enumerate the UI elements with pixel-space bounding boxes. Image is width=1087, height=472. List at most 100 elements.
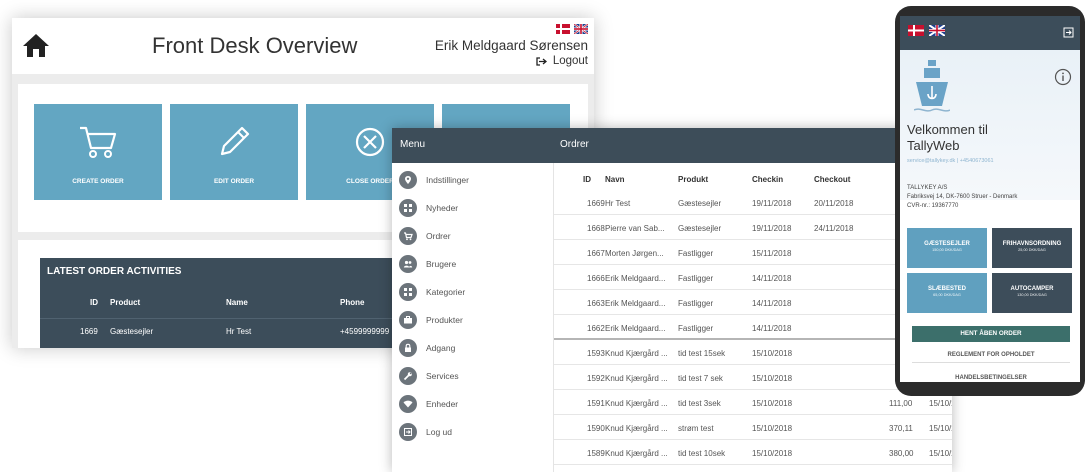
fetch-open-order-button[interactable]: HENT ÅBEN ORDER [912, 326, 1070, 342]
table-row[interactable]: 1666 Erik Meldgaard... Fastligger 14/11/201… [554, 266, 952, 290]
phone-screen: Velkommen til TallyWeb service@tallykey.… [900, 16, 1080, 382]
table-row[interactable]: 1663 Erik Meldgaard... Fastligger 14/11/201… [554, 291, 952, 315]
menu-item-indstillinger[interactable]: Indstillinger [399, 170, 469, 190]
danish-flag-icon[interactable] [908, 25, 924, 36]
table-cell: 370,11 [889, 424, 913, 433]
menu-item-kategorier[interactable]: Kategorier [399, 282, 465, 302]
welcome-hero: Velkommen til TallyWeb service@tallykey.… [900, 50, 1080, 209]
lock-icon [399, 339, 417, 357]
menu-item-brugere[interactable]: Brugere [399, 254, 456, 274]
tile-price: 65,00 DKK/DAG [933, 293, 961, 297]
language-flags [908, 25, 945, 36]
table-cell: 14/11/2018 [752, 324, 792, 333]
logout-link[interactable]: Logout [536, 55, 588, 67]
menu-title: Menu [400, 139, 426, 150]
table-cell: Knud Kjærgård ... [605, 349, 668, 358]
tile-title: GÆSTESEJLER [924, 241, 970, 247]
table-cell: 380,00 [889, 449, 914, 458]
table-cell: Gæstesejler [678, 199, 722, 208]
column-header: Product [110, 298, 141, 307]
order-window-topbar: Menu Ordrer [392, 128, 952, 163]
table-cell: Gæstesejler [678, 224, 722, 233]
phone-frame: Velkommen til TallyWeb service@tallykey.… [895, 6, 1085, 396]
table-row[interactable]: 1591 Knud Kjærgård ... tid test 3sek 15/10/… [554, 391, 952, 415]
uk-flag-icon[interactable] [574, 24, 588, 34]
table-cell: 15/10/2018 [752, 399, 793, 408]
close-circle-icon [355, 127, 385, 157]
logout-label: Logout [552, 55, 588, 67]
table-row[interactable]: 1667 Morten Jørgen... Fastligger 15/11/2018 [554, 241, 952, 265]
uk-flag-icon[interactable] [929, 25, 945, 36]
create-order-tile[interactable]: CREATE ORDER [34, 104, 162, 200]
table-cell: 1662 [587, 324, 605, 333]
menu-item-log-ud[interactable]: Log ud [399, 422, 452, 442]
column-header: Checkout [814, 175, 851, 184]
column-header: ID [90, 298, 98, 307]
wrench-icon [399, 367, 417, 385]
table-row[interactable]: 1662 Erik Meldgaard... Fastligger 14/11/201… [554, 316, 952, 340]
user-name: Erik Meldgaard Sørensen [434, 38, 588, 53]
table-cell: Hr Test [226, 327, 252, 336]
table-cell: Knud Kjærgård ... [605, 449, 668, 458]
tile-gaestesejler[interactable]: GÆSTESEJLER 150,00 DKK/DAG [907, 228, 987, 268]
table-row[interactable]: 1592 Knud Kjærgård ... tid test 7 sek 15/10… [554, 366, 952, 390]
menu-item-services[interactable]: Services [399, 366, 459, 386]
table-cell: 111,00 [889, 399, 913, 408]
tile-slaebested[interactable]: SLÆBESTED 65,00 DKK/DAG [907, 273, 987, 313]
grid-icon [399, 199, 417, 217]
menu-item-label: Produkter [426, 315, 463, 325]
tile-title: AUTOCAMPER [1010, 286, 1054, 292]
table-row[interactable]: 1669 Hr Test Gæstesejler 19/11/2018 20/11/20… [554, 191, 952, 215]
table-cell: tid test 10sek [678, 449, 726, 458]
activities-title: LATEST ORDER ACTIVITIES [47, 266, 182, 277]
tile-label: CREATE ORDER [72, 178, 124, 185]
info-icon[interactable] [1054, 68, 1072, 86]
menu-item-nyheder[interactable]: Nyheder [399, 198, 458, 218]
menu-item-adgang[interactable]: Adgang [399, 338, 455, 358]
exit-icon[interactable] [1063, 27, 1074, 38]
table-row[interactable]: 1590 Knud Kjærgård ... strøm test 15/10/201… [554, 416, 952, 440]
table-cell: +4599999999 [340, 327, 390, 336]
table-row[interactable]: 1588Knud Kjærgård ...tid test 5sek15/10/… [554, 466, 952, 472]
table-cell: 15/10/2018 14.32 [929, 399, 952, 408]
menu-item-label: Nyheder [426, 203, 459, 213]
table-cell: Knud Kjærgård ... [605, 424, 668, 433]
table-row[interactable]: 1593 Knud Kjærgård ... tid test 15sek 15/10… [554, 341, 952, 365]
table-cell: Knud Kjærgård ... [605, 399, 668, 408]
company-address: Fabriksvej 14, DK-7600 Struer - Denmark [907, 194, 1018, 200]
table-cell: 15/10/2018 10.20 [929, 449, 952, 458]
terms-button[interactable]: HANDELSBETINGELSER [912, 370, 1070, 382]
table-cell: 14/11/2018 [752, 274, 792, 283]
menu-item-enheder[interactable]: Enheder [399, 394, 458, 414]
tile-title: FRIHAVNSORDNING [1002, 241, 1062, 247]
menu-item-label: Indstillinger [426, 175, 469, 185]
table-row[interactable]: 1589 Knud Kjærgård ... tid test 10sek 15/10… [554, 441, 952, 465]
table-cell: 1592 [587, 374, 605, 383]
menu-item-produkter[interactable]: Produkter [399, 310, 463, 330]
table-cell: Gæstesejler [110, 327, 154, 336]
table-cell: 20/11/2018 [814, 199, 854, 208]
contact-line[interactable]: service@tallykey.dk | +4540673061 [907, 158, 994, 164]
welcome-line: TallyWeb [907, 138, 960, 153]
column-header: Produkt [678, 175, 709, 184]
menu-item-label: Kategorier [426, 287, 466, 297]
edit-order-tile[interactable]: EDIT ORDER [170, 104, 298, 200]
table-cell: tid test 3sek [678, 399, 721, 408]
tile-autocamper[interactable]: AUTOCAMPER 130,00 DKK/DAG [992, 273, 1072, 313]
tile-label: EDIT ORDER [213, 178, 255, 185]
phone-topbar [900, 16, 1080, 50]
front-desk-header: Front Desk Overview Erik Meldgaard Søren… [12, 18, 594, 74]
danish-flag-icon[interactable] [556, 24, 570, 34]
tile-price: 150,00 DKK/DAG [932, 248, 962, 252]
table-cell: Erik Meldgaard... [605, 274, 666, 283]
table-cell: tid test 7 sek [678, 374, 723, 383]
users-icon [399, 255, 417, 273]
home-icon[interactable] [22, 32, 50, 58]
table-row[interactable]: 1668 Pierre van Sab... Gæstesejler 19/11/20… [554, 216, 952, 240]
page-title: Front Desk Overview [152, 33, 358, 58]
rules-button[interactable]: REGLEMENT FOR OPHOLDET [912, 347, 1070, 363]
table-cell: 15/10/2018 13.02 [929, 424, 952, 433]
tile-frihavnsordning[interactable]: FRIHAVNSORDNING 25,00 DKK/DAG [992, 228, 1072, 268]
location-pin-icon [399, 171, 417, 189]
menu-item-ordrer[interactable]: Ordrer [399, 226, 451, 246]
